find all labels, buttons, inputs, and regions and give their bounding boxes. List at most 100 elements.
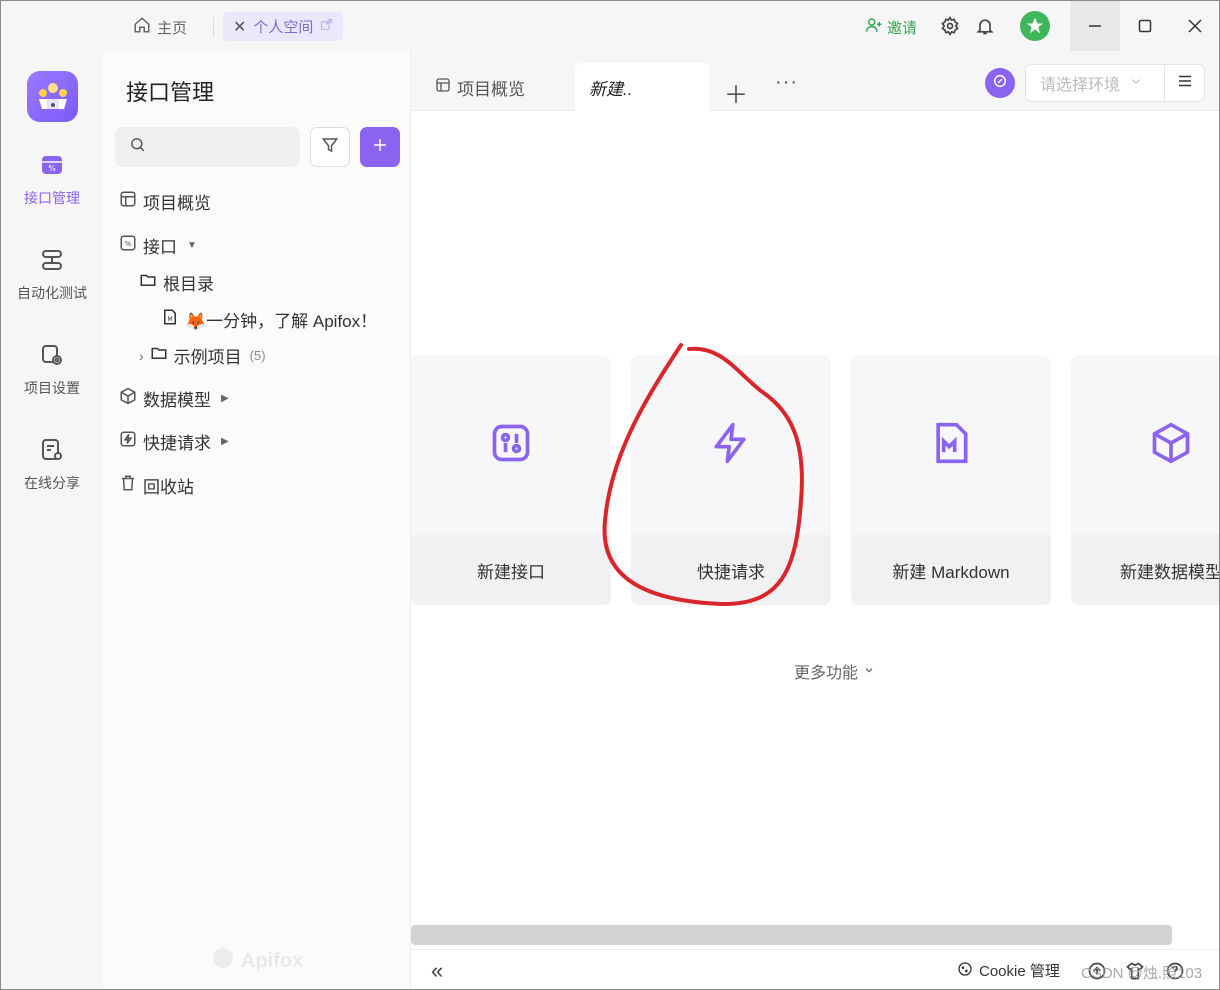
folder-icon <box>139 271 157 294</box>
maximize-button[interactable] <box>1120 1 1170 51</box>
tree-item-api[interactable]: % 接口 ▼ <box>119 233 197 258</box>
cube-icon <box>119 387 137 410</box>
rail-item-label: 在线分享 <box>24 475 80 491</box>
home-tab[interactable]: 主页 <box>133 14 187 40</box>
rail-item-api-management[interactable]: % 接口管理 <box>1 153 103 208</box>
svg-text:%: % <box>125 240 132 248</box>
minimize-button[interactable] <box>1070 1 1120 51</box>
bell-icon[interactable] <box>974 15 996 37</box>
rail-item-label: 项目设置 <box>24 380 80 396</box>
share-icon <box>40 438 64 465</box>
titlebar-divider <box>213 17 214 37</box>
folder-icon <box>150 344 168 367</box>
card-quick-request[interactable]: 快捷请求 <box>631 355 831 605</box>
card-new-api[interactable]: 新建接口 <box>411 355 611 605</box>
add-button[interactable] <box>360 127 400 167</box>
environment-select[interactable]: 请选择环境 <box>1025 64 1165 102</box>
search-input[interactable] <box>154 139 294 155</box>
nav-rail: % 接口管理 自动化测试 项目设置 在线分享 <box>1 51 103 989</box>
tree-item-example-project[interactable]: › 示例项目 (5) <box>139 343 266 368</box>
search-icon <box>129 136 146 158</box>
layout-icon <box>119 190 137 213</box>
chevron-down-icon <box>1130 74 1142 92</box>
app-window: 主页 ✕ 个人空间 邀请 % 接口管理 自动化测试 项目设置 在线分享 接口管理… <box>0 0 1220 990</box>
tree-item-label: 接口 <box>143 238 177 257</box>
tree-item-count: (5) <box>249 348 266 363</box>
caret-down-icon[interactable]: ▼ <box>187 240 197 251</box>
tree-item-doc[interactable]: M 🦊一分钟，了解 Apifox！ <box>161 307 377 332</box>
tab-project-overview[interactable]: 项目概览 <box>435 63 525 111</box>
search-box[interactable] <box>115 127 300 167</box>
rail-item-project-settings[interactable]: 项目设置 <box>1 343 103 398</box>
plus-icon <box>371 136 389 159</box>
card-label: 新建数据模型 <box>1071 535 1219 605</box>
more-functions-button[interactable]: 更多功能 <box>794 659 874 683</box>
environment-menu-button[interactable] <box>1164 64 1205 102</box>
tree-item-label: 🦊一分钟，了解 Apifox！ <box>185 312 378 331</box>
cookie-icon <box>957 961 973 981</box>
automation-icon <box>40 248 64 275</box>
tree-item-overview[interactable]: 项目概览 <box>119 189 211 214</box>
caret-right-icon[interactable]: ▶ <box>221 436 229 447</box>
personal-space-tab[interactable]: ✕ 个人空间 <box>223 12 344 41</box>
lightning-icon <box>119 430 137 453</box>
rail-item-label: 自动化测试 <box>17 285 87 301</box>
invite-button[interactable]: 邀请 <box>865 16 917 38</box>
external-link-icon[interactable] <box>320 18 333 35</box>
markdown-file-icon: M <box>161 308 179 331</box>
more-tabs-button[interactable]: ··· <box>775 71 798 94</box>
add-user-icon <box>865 16 883 38</box>
watermark-label: Apifox <box>241 949 304 972</box>
tree-item-quick-request[interactable]: 快捷请求 ▶ <box>119 429 229 454</box>
environment-placeholder: 请选择环境 <box>1040 77 1121 94</box>
menu-icon <box>1176 72 1194 95</box>
project-settings-icon <box>40 343 64 370</box>
horizontal-scrollbar[interactable] <box>411 925 1172 945</box>
tree-item-label: 示例项目 <box>173 348 242 367</box>
chevron-right-icon[interactable]: › <box>139 348 144 364</box>
api-icon: % <box>40 153 64 180</box>
markdown-icon <box>929 421 973 470</box>
apifox-watermark-icon <box>211 946 235 976</box>
svg-text:%: % <box>48 164 56 173</box>
env-refresh-button[interactable] <box>985 68 1015 98</box>
card-label: 新建接口 <box>411 535 611 605</box>
tab-label: 新建.. <box>589 79 633 99</box>
card-new-markdown[interactable]: 新建 Markdown <box>851 355 1051 605</box>
tab-new[interactable]: 新建.. <box>575 63 709 111</box>
title-bar: 主页 ✕ 个人空间 邀请 <box>1 1 1219 51</box>
close-window-button[interactable] <box>1170 1 1219 51</box>
refresh-icon <box>992 73 1008 94</box>
tree-item-label: 项目概览 <box>143 194 211 213</box>
close-icon[interactable]: ✕ <box>233 17 246 37</box>
main-panel: 项目概览 新建.. ＋ ··· 请选择环境 新建接口 快捷请求 新建 Markd… <box>411 51 1219 989</box>
api-sidebar: 接口管理 项目概览 % 接口 ▼ 根目录 M 🦊一分钟，了解 Apifox！ ›… <box>103 51 411 989</box>
gear-icon[interactable] <box>939 15 961 37</box>
card-icon-area <box>851 355 1051 535</box>
card-new-data-model[interactable]: 新建数据模型 <box>1071 355 1219 605</box>
filter-icon <box>321 136 339 159</box>
tree-item-data-model[interactable]: 数据模型 ▶ <box>119 386 229 411</box>
card-label: 快捷请求 <box>631 535 831 605</box>
apifox-logo[interactable] <box>27 71 78 122</box>
lightning-icon <box>709 421 753 470</box>
add-tab-button[interactable]: ＋ <box>724 75 748 110</box>
card-icon-area <box>1071 355 1219 535</box>
caret-right-icon[interactable]: ▶ <box>221 393 229 404</box>
tree-item-recycle-bin[interactable]: 回收站 <box>119 473 194 498</box>
rail-item-online-share[interactable]: 在线分享 <box>1 438 103 493</box>
tree-item-root-dir[interactable]: 根目录 <box>139 270 214 295</box>
bottom-bar: « Cookie 管理 CSDN @烛.照103 <box>411 949 1219 989</box>
tree-item-label: 数据模型 <box>143 391 211 410</box>
sidebar-title: 接口管理 <box>126 80 215 105</box>
collapse-sidebar-button[interactable]: « <box>431 958 443 984</box>
api-icon: % <box>119 234 137 257</box>
filter-button[interactable] <box>310 127 350 167</box>
card-label: 新建 Markdown <box>851 535 1051 605</box>
tree-item-label: 根目录 <box>163 275 214 294</box>
cookie-manager-button[interactable]: Cookie 管理 <box>957 960 1060 981</box>
rail-item-automation[interactable]: 自动化测试 <box>1 248 103 303</box>
avatar[interactable] <box>1020 11 1050 41</box>
tree-item-label: 回收站 <box>143 478 194 497</box>
svg-text:M: M <box>167 316 172 323</box>
